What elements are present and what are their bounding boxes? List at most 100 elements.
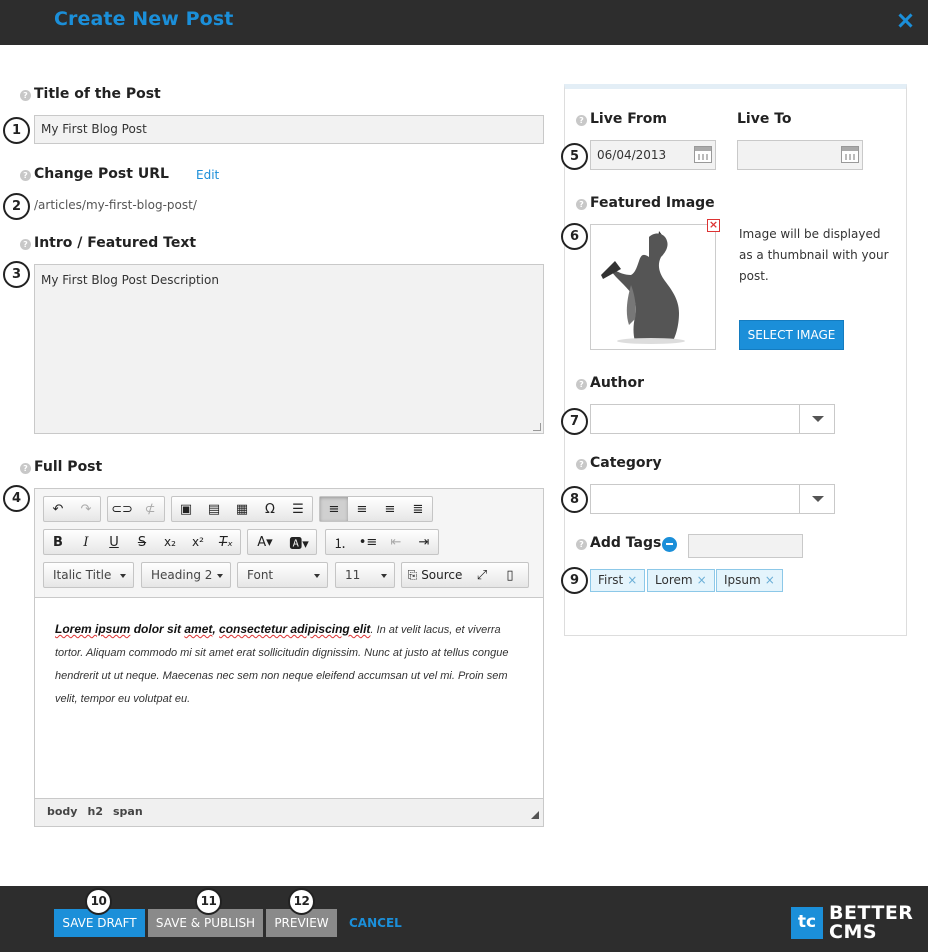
list-group: ⒈ •≡ ⇤ ⇥ [325, 529, 439, 555]
align-right-icon[interactable]: ≡ [376, 497, 404, 521]
help-icon[interactable]: ? [20, 170, 31, 181]
justify-icon[interactable]: ≣ [404, 497, 432, 521]
numbered-list-icon[interactable]: ⒈ [326, 530, 354, 554]
source-button[interactable]: ⎘ Source [402, 563, 468, 587]
remove-tag-icon[interactable]: × [697, 573, 707, 587]
remove-tag-icon[interactable]: × [627, 573, 637, 587]
image-icon[interactable]: ▣ [172, 497, 200, 521]
resize-handle[interactable] [533, 423, 541, 431]
bulleted-list-icon[interactable]: •≡ [354, 530, 382, 554]
chevron-down-icon[interactable] [799, 405, 834, 433]
help-icon[interactable]: ? [576, 539, 587, 550]
chevron-down-icon [381, 574, 387, 578]
special-char-icon[interactable]: Ω [256, 497, 284, 521]
full-post-label: Full Post [34, 459, 103, 475]
featured-image-thumbnail[interactable] [590, 224, 716, 350]
help-icon[interactable]: ? [576, 379, 587, 390]
close-icon[interactable] [894, 9, 918, 33]
select-image-button[interactable]: SELECT IMAGE [739, 320, 844, 350]
strikethrough-icon[interactable]: S [128, 530, 156, 554]
rich-text-editor: ↶ ↷ ⊂⊃ ⊄ ▣ ▤ ▦ Ω ☰ ≡ ≡ ≡ ≣ B I U S x₂ x²… [34, 488, 544, 827]
superscript-icon[interactable]: x² [184, 530, 212, 554]
font-size-dropdown[interactable]: 11 [335, 562, 395, 588]
callout-5: 5 [561, 143, 588, 170]
intro-textarea[interactable]: My First Blog Post Description [34, 264, 544, 434]
author-label: Author [590, 375, 644, 391]
chevron-down-icon [314, 574, 320, 578]
category-select[interactable] [590, 484, 835, 514]
element-path: body h2 span [35, 798, 543, 826]
help-icon[interactable]: ? [576, 199, 587, 210]
unlink-icon[interactable]: ⊄ [136, 497, 164, 521]
insert-group: ▣ ▤ ▦ Ω ☰ [171, 496, 313, 522]
horizontal-rule-icon[interactable]: ☰ [284, 497, 312, 521]
outdent-icon[interactable]: ⇤ [382, 530, 410, 554]
source-label: Source [421, 568, 463, 582]
image-hint: Image will be displayed as a thumbnail w… [739, 227, 889, 283]
editor-line: hendrerit ut ut neque. Maecenas nec sem … [55, 670, 508, 682]
help-icon[interactable]: ? [576, 115, 587, 126]
subscript-icon[interactable]: x₂ [156, 530, 184, 554]
text-color-icon[interactable]: A▾ [248, 530, 282, 554]
editor-content[interactable]: Lorem ipsum dolor sit amet, consectetur … [35, 597, 543, 798]
brand-line: CMS [829, 921, 878, 943]
remove-image-icon[interactable]: × [707, 219, 720, 232]
redo-icon[interactable]: ↷ [72, 497, 100, 521]
intro-label: Intro / Featured Text [34, 235, 197, 251]
editor-line: velit, tempor eu volutpat eu. [55, 693, 191, 705]
align-center-icon[interactable]: ≡ [348, 497, 376, 521]
align-left-icon[interactable]: ≡ [320, 497, 348, 521]
source-icon: ⎘ [407, 567, 418, 582]
bold-text: dolor sit [130, 622, 185, 636]
history-group: ↶ ↷ [43, 496, 101, 522]
tc-logo-icon: tc [791, 907, 823, 939]
calendar-icon[interactable] [841, 146, 859, 163]
path-item[interactable]: h2 [87, 805, 103, 818]
maximize-icon[interactable]: ⤢ [468, 563, 496, 587]
help-icon[interactable]: ? [576, 459, 587, 470]
tag-chip[interactable]: Ipsum × [716, 569, 783, 592]
show-blocks-icon[interactable]: ▯ [496, 563, 524, 587]
live-from-label: Live From [590, 111, 667, 127]
font-dropdown[interactable]: Font [237, 562, 328, 588]
chevron-down-icon[interactable] [799, 485, 834, 513]
tags-label: Add Tags [590, 535, 662, 551]
table-icon[interactable]: ▦ [228, 497, 256, 521]
styles-dropdown[interactable]: Italic Title [43, 562, 134, 588]
undo-icon[interactable]: ↶ [44, 497, 72, 521]
calendar-icon[interactable] [694, 146, 712, 163]
callout-7: 7 [561, 408, 588, 435]
category-label: Category [590, 455, 662, 471]
underline-icon[interactable]: U [100, 530, 128, 554]
tag-chip[interactable]: Lorem × [647, 569, 715, 592]
italic-icon[interactable]: I [72, 530, 100, 554]
author-select[interactable] [590, 404, 835, 434]
callout-11: 11 [195, 888, 222, 915]
help-icon[interactable]: ? [20, 239, 31, 250]
bold-icon[interactable]: B [44, 530, 72, 554]
source-group: ⎘ Source ⤢ ▯ [401, 562, 529, 588]
post-title-input[interactable]: My First Blog Post [34, 115, 544, 144]
tag-chip[interactable]: First × [590, 569, 646, 592]
edit-url-link[interactable]: Edit [196, 168, 219, 182]
format-dropdown[interactable]: Heading 2 [141, 562, 231, 588]
background-color-icon[interactable]: 🅰▾ [282, 530, 316, 554]
chevron-down-icon [217, 574, 223, 578]
document-icon[interactable]: ▤ [200, 497, 228, 521]
dialog-header: Create New Post [0, 0, 928, 45]
styles-value: Italic Title [53, 568, 112, 582]
remove-format-icon[interactable]: T̶ₓ [212, 530, 240, 554]
tag-input[interactable] [688, 534, 803, 558]
indent-icon[interactable]: ⇥ [410, 530, 438, 554]
link-icon[interactable]: ⊂⊃ [108, 497, 136, 521]
help-icon[interactable]: ? [20, 90, 31, 101]
minus-icon[interactable] [662, 537, 677, 552]
path-item[interactable]: body [47, 805, 77, 818]
cancel-link[interactable]: CANCEL [349, 909, 402, 937]
path-item[interactable]: span [113, 805, 143, 818]
remove-tag-icon[interactable]: × [765, 573, 775, 587]
font-value: Font [247, 568, 274, 582]
tag-label: Ipsum [724, 573, 761, 587]
help-icon[interactable]: ? [20, 463, 31, 474]
resize-handle[interactable] [531, 811, 539, 819]
